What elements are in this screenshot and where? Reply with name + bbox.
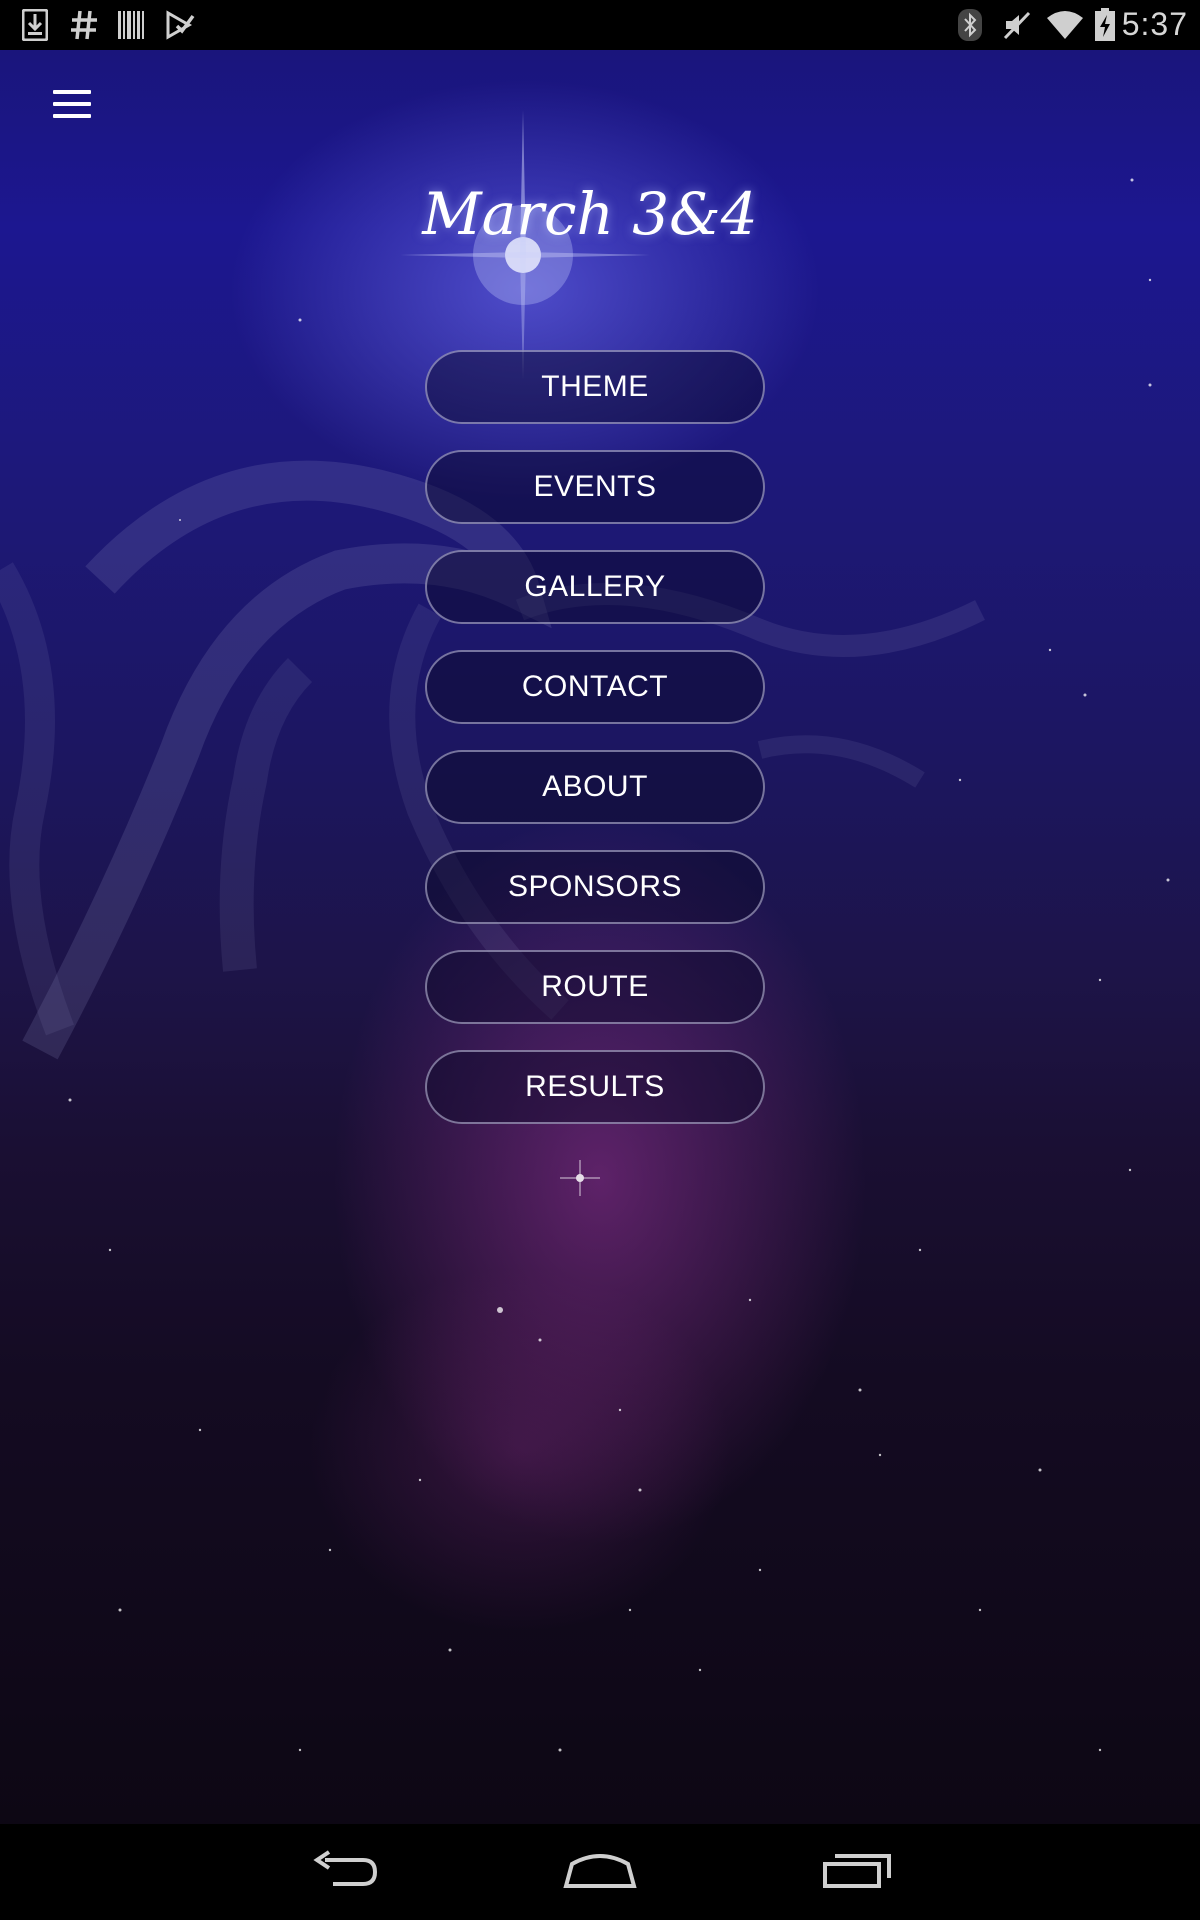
- back-icon: [307, 1849, 379, 1895]
- status-time: 5:37: [1121, 6, 1188, 42]
- back-button[interactable]: [298, 1842, 388, 1902]
- sponsors-button[interactable]: SPONSORS: [425, 850, 765, 924]
- battery-charging-icon: [1092, 7, 1118, 43]
- status-bar: 5:37: [0, 0, 1200, 50]
- space-background: [0, 110, 1170, 1752]
- recent-apps-icon: [821, 1850, 893, 1895]
- screen: 5:37 March 3&4 THEME EVENTS GALLERY CONT…: [0, 0, 1200, 1920]
- route-button[interactable]: ROUTE: [425, 950, 765, 1024]
- wifi-icon: [1045, 7, 1085, 43]
- sound-muted-icon: [1000, 7, 1034, 43]
- recent-apps-button[interactable]: [812, 1842, 902, 1902]
- results-button[interactable]: RESULTS: [425, 1050, 765, 1124]
- events-button[interactable]: EVENTS: [425, 450, 765, 524]
- home-button[interactable]: [555, 1842, 645, 1902]
- home-icon: [562, 1850, 638, 1895]
- contact-button[interactable]: CONTACT: [425, 650, 765, 724]
- about-button[interactable]: ABOUT: [425, 750, 765, 824]
- hashtag-icon: [68, 7, 100, 43]
- play-store-icon: [164, 7, 196, 43]
- barcode-icon: [116, 7, 146, 43]
- menu-button[interactable]: [46, 84, 98, 124]
- gallery-button[interactable]: GALLERY: [425, 550, 765, 624]
- theme-button[interactable]: THEME: [425, 350, 765, 424]
- download-icon: [20, 7, 50, 43]
- app-content: March 3&4 THEME EVENTS GALLERY CONTACT A…: [0, 50, 1200, 1824]
- event-date-title: March 3&4: [422, 180, 758, 248]
- bluetooth-icon: [955, 7, 985, 43]
- system-navigation-bar: [0, 1824, 1200, 1920]
